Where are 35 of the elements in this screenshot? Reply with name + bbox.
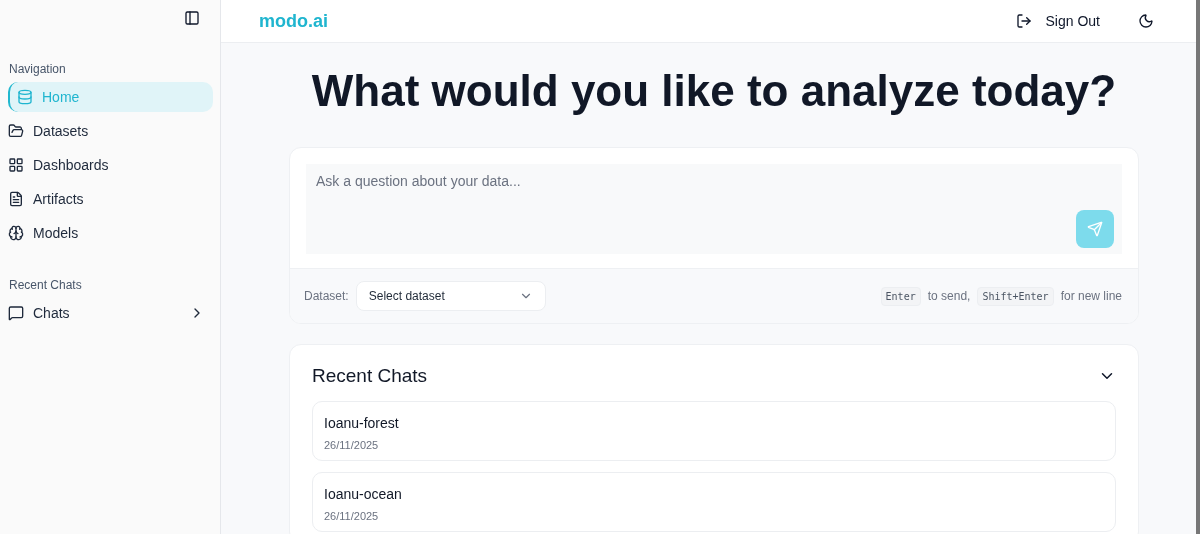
chat-name: Ioanu-forest	[324, 415, 400, 431]
sign-out-icon	[1015, 13, 1032, 29]
brain-icon	[8, 225, 24, 241]
question-field[interactable]: Ask a question about your data...	[306, 164, 1122, 254]
sidebar-item[interactable]: Datasets	[8, 116, 213, 146]
chat-date: 26/11/2025	[324, 510, 380, 522]
keyboard-key: Enter	[880, 286, 921, 306]
sign-out-button[interactable]: Sign Out	[1015, 13, 1100, 29]
sidebar-item[interactable]: Chats	[8, 298, 213, 328]
page-headline: What would you like to analyze today?	[310, 65, 1118, 117]
send-icon	[1087, 221, 1103, 237]
sidebar-item[interactable]: Artifacts	[8, 184, 213, 214]
hint-text: to send,	[927, 289, 971, 303]
section-title: Recent Chats	[312, 365, 428, 387]
document-icon	[8, 191, 24, 207]
moon-icon	[1138, 13, 1154, 29]
keyboard-key: Shift+Enter	[977, 286, 1054, 306]
chat-bubble-icon	[8, 305, 24, 321]
database-icon	[17, 89, 33, 105]
sidebar-icon	[184, 10, 200, 26]
sidebar-toggle-button[interactable]	[184, 10, 200, 26]
hint-text: for new line	[1060, 289, 1122, 303]
grid-icon	[8, 157, 24, 173]
sidebar-item[interactable]: Dashboards	[8, 150, 213, 180]
sidebar-item[interactable]: Models	[8, 218, 213, 248]
chat-item[interactable]: Ioanu-ocean 26/11/2025	[312, 472, 1116, 532]
folder-icon	[8, 123, 24, 139]
sidebar-heading: Navigation	[8, 62, 67, 76]
sidebar-heading: Recent Chats	[8, 278, 83, 292]
dataset-select[interactable]: Select dataset	[355, 281, 546, 311]
chat-date: 26/11/2025	[324, 439, 380, 451]
dataset-label: Dataset:	[304, 289, 349, 303]
chat-item[interactable]: Ioanu-forest 26/11/2025	[312, 401, 1116, 461]
chat-name: Ioanu-ocean	[324, 486, 403, 502]
theme-toggle-button[interactable]	[1138, 13, 1154, 29]
